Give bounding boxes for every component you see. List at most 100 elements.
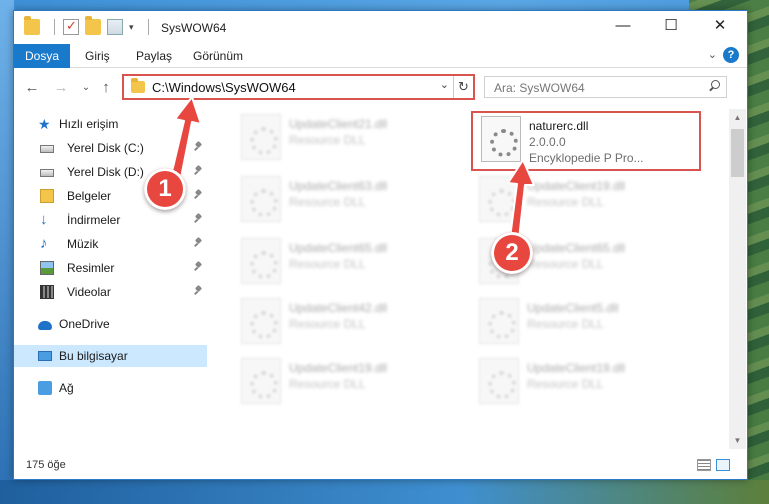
customize-toolbar-icon[interactable]: ▾: [129, 22, 134, 33]
scrollbar-thumb[interactable]: [731, 129, 744, 177]
address-path[interactable]: C:\Windows\SysWOW64: [152, 80, 296, 95]
close-button[interactable]: ✕: [697, 11, 743, 41]
refresh-button[interactable]: ↻: [453, 76, 473, 98]
pin-icon[interactable]: [194, 166, 202, 176]
sidebar-item-onedrive[interactable]: OneDrive: [14, 313, 207, 335]
large-icons-view-icon[interactable]: [716, 459, 730, 471]
file-name: UpdateClient19.dll: [527, 179, 626, 193]
ribbon-tabs: Dosya Giriş Paylaş Görünüm ⌄ ?: [14, 44, 747, 68]
pin-icon[interactable]: [194, 142, 202, 152]
tab-file[interactable]: Dosya: [14, 44, 70, 68]
pin-icon[interactable]: [194, 262, 202, 272]
sidebar-item-videos[interactable]: Videolar: [14, 281, 207, 303]
dll-file-icon: [481, 116, 521, 162]
step-2-badge: 2: [491, 232, 533, 274]
file-name: UpdateClient65.dll: [527, 241, 626, 255]
pin-icon[interactable]: [194, 190, 202, 200]
address-dropdown-icon[interactable]: ⌄: [440, 78, 449, 91]
file-item[interactable]: UpdateClient5.dll Resource DLL: [471, 295, 701, 355]
file-item[interactable]: UpdateClient65.dll Resource DLL: [233, 235, 463, 295]
file-list: UpdateClient21.dll Resource DLL UpdateCl…: [219, 109, 724, 449]
recent-locations-button[interactable]: ⌄: [76, 78, 96, 98]
file-item[interactable]: UpdateClient63.dll Resource DLL: [233, 173, 463, 233]
sidebar-item-music[interactable]: ♪ Müzik: [14, 233, 207, 255]
search-icon[interactable]: [708, 80, 720, 92]
file-item[interactable]: UpdateClient19.dll Resource DLL: [471, 355, 701, 415]
maximize-button[interactable]: ☐: [648, 11, 694, 41]
sidebar-item-label: İndirmeler: [67, 213, 121, 227]
forward-button[interactable]: →: [51, 78, 71, 98]
title-bar: ▾ SysWOW64 — ☐ ✕: [14, 11, 747, 44]
download-icon: ↓: [40, 211, 48, 228]
scroll-down-icon[interactable]: ▼: [729, 432, 746, 449]
sidebar-item-label: Belgeler: [67, 189, 112, 203]
pin-icon[interactable]: [194, 238, 202, 248]
file-type: Resource DLL: [527, 257, 604, 271]
sidebar-item-network[interactable]: Ağ: [14, 377, 207, 399]
highlighted-file-item[interactable]: naturerc.dll 2.0.0.0 Encyklopedie P Pro.…: [471, 111, 701, 171]
file-item[interactable]: UpdateClient19.dll Resource DLL: [471, 173, 701, 233]
disk-icon: [40, 145, 54, 153]
sidebar-item-local-disk-c[interactable]: Yerel Disk (C:): [14, 137, 207, 159]
dll-file-icon: [241, 298, 281, 344]
address-bar[interactable]: C:\Windows\SysWOW64 ⌄ ↻: [122, 74, 475, 100]
dll-file-icon: [241, 358, 281, 404]
cloud-icon: [38, 321, 52, 330]
dll-file-icon: [241, 114, 281, 160]
back-button[interactable]: ←: [22, 78, 42, 98]
disk-icon: [40, 169, 54, 177]
tab-share[interactable]: Paylaş: [136, 44, 172, 68]
sidebar-item-quick-access[interactable]: ★ Hızlı erişim: [14, 113, 207, 135]
toolbar-separator: [54, 19, 55, 35]
file-name: UpdateClient65.dll: [289, 241, 388, 255]
dll-file-icon: [479, 358, 519, 404]
new-folder-icon[interactable]: [85, 16, 101, 35]
network-icon: [38, 381, 52, 395]
sidebar-item-label: Müzik: [67, 237, 99, 251]
ribbon-expand-icon[interactable]: ⌄: [708, 48, 717, 64]
file-name: UpdateClient5.dll: [527, 301, 619, 315]
sidebar-item-pictures[interactable]: Resimler: [14, 257, 207, 279]
desktop-background-left: [0, 0, 14, 504]
file-explorer-window: ▾ SysWOW64 — ☐ ✕ Dosya Giriş Paylaş Görü…: [13, 10, 748, 480]
sidebar-item-label: Hızlı erişim: [59, 117, 119, 131]
sidebar-item-label: Yerel Disk (C:): [67, 141, 144, 155]
file-company: Encyklopedie P Pro...: [529, 151, 644, 165]
sidebar-item-label: OneDrive: [59, 317, 110, 331]
scroll-up-icon[interactable]: ▲: [729, 109, 746, 126]
up-button[interactable]: ↑: [96, 78, 116, 98]
navigation-pane: ★ Hızlı erişim Yerel Disk (C:) Yerel Dis…: [14, 109, 207, 449]
file-name: UpdateClient19.dll: [289, 361, 388, 375]
help-icon[interactable]: ?: [723, 47, 739, 63]
dll-file-icon: [479, 176, 519, 222]
pictures-icon: [40, 261, 54, 275]
dll-file-icon: [241, 238, 281, 284]
file-name: naturerc.dll: [529, 119, 589, 133]
pin-icon[interactable]: [194, 214, 202, 224]
properties-check-icon[interactable]: [63, 18, 79, 35]
file-version: 2.0.0.0: [529, 135, 566, 149]
documents-icon: [40, 189, 54, 203]
sidebar-item-label: Resimler: [67, 261, 115, 275]
file-item[interactable]: UpdateClient42.dll Resource DLL: [233, 295, 463, 355]
folder-icon: [24, 16, 40, 35]
file-item[interactable]: UpdateClient21.dll Resource DLL: [233, 111, 463, 171]
file-item[interactable]: UpdateClient19.dll Resource DLL: [233, 355, 463, 415]
tab-home[interactable]: Giriş: [85, 44, 110, 68]
details-view-icon[interactable]: [697, 459, 711, 471]
file-type: Resource DLL: [527, 317, 604, 331]
vertical-scrollbar[interactable]: ▲ ▼: [729, 109, 746, 449]
dll-file-icon: [241, 176, 281, 222]
properties-icon[interactable]: [107, 19, 123, 35]
toolbar-separator: [147, 19, 149, 35]
file-name: UpdateClient21.dll: [289, 117, 388, 131]
sidebar-item-downloads[interactable]: ↓ İndirmeler: [14, 209, 207, 231]
search-input[interactable]: Ara: SysWOW64: [484, 76, 727, 98]
sidebar-item-this-pc[interactable]: Bu bilgisayar: [14, 345, 207, 367]
file-type: Resource DLL: [289, 133, 366, 147]
minimize-button[interactable]: —: [600, 11, 646, 41]
file-type: Resource DLL: [289, 377, 366, 391]
star-icon: ★: [38, 116, 51, 132]
pin-icon[interactable]: [194, 286, 202, 296]
tab-view[interactable]: Görünüm: [193, 44, 243, 68]
